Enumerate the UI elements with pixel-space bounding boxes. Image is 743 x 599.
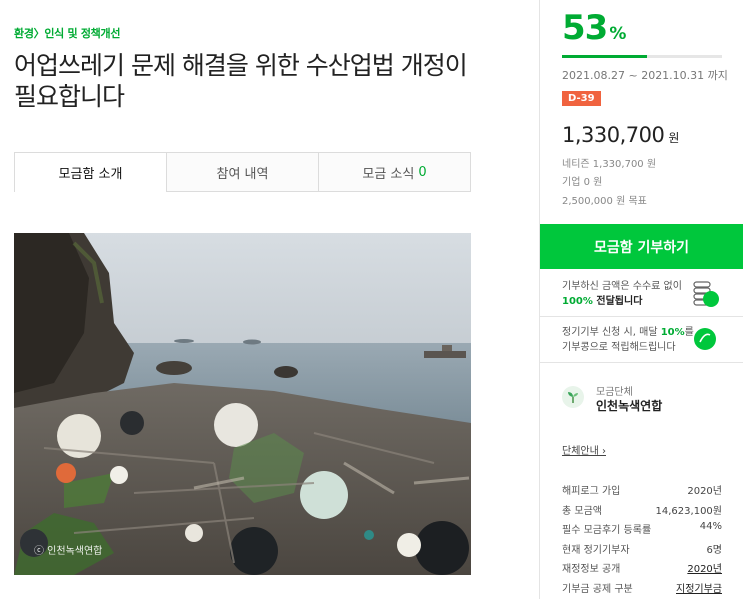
regular-notice: 정기기부 신청 시, 매달 10%를 기부콩으로 적립해드립니다 xyxy=(562,325,697,355)
stat-label: 총 모금액 xyxy=(562,505,602,517)
campaign-period: 2021.08.27 ~ 2021.10.31 까지 xyxy=(562,69,728,82)
stat-value: 44% xyxy=(699,521,722,532)
sprout-icon xyxy=(568,392,578,403)
fee-notice-line1: 기부하신 금액은 수수료 없이 xyxy=(562,281,682,292)
page-title: 어업쓰레기 문제 해결을 위한 수산업법 개정이 필요합니다 xyxy=(14,51,468,111)
tab-news[interactable]: 모금 소식 0 xyxy=(318,153,470,191)
progress-percent: 53% xyxy=(562,8,626,48)
goal-amount: 2,500,000 원 목표 xyxy=(562,196,647,207)
campaign-photo: ⓒ 인천녹색연합 xyxy=(14,233,471,575)
regular-notice-line1: 정기기부 신청 시, 매달 xyxy=(562,327,661,338)
stat-value: 2020년 xyxy=(687,486,722,497)
breadcrumb-separator: 〉 xyxy=(33,27,45,40)
shore-debris-image xyxy=(14,233,471,575)
stat-row: 재정정보 공개 2020년 xyxy=(562,560,722,580)
regular-notice-line2: 기부콩으로 적립해드립니다 xyxy=(562,342,676,353)
donation-sidebar: 53% 2021.08.27 ~ 2021.10.31 까지 D-39 1,33… xyxy=(540,0,743,599)
stat-row: 해피로그 가입 2020년 xyxy=(562,482,722,502)
org-info-link[interactable]: 단체안내 › xyxy=(562,442,606,457)
stat-label: 기부금 공제 구분 xyxy=(562,583,633,595)
stat-row: 현재 정기기부자 6명 xyxy=(562,541,722,561)
progress-bar xyxy=(562,55,722,58)
tab-news-label: 모금 소식 xyxy=(362,166,415,182)
notice-divider-2 xyxy=(540,362,743,363)
tab-news-count: 0 xyxy=(418,164,427,180)
stat-row: 기부금 공제 구분 지정기부금 xyxy=(562,580,722,599)
coin-stack-icon xyxy=(693,281,719,307)
progress-bar-fill xyxy=(562,55,647,58)
netizen-amount: 네티즌 1,330,700 원 xyxy=(562,159,657,170)
photo-credit: ⓒ 인천녹색연합 xyxy=(34,546,103,557)
tab-bar: 모금함 소개 참여 내역 모금 소식 0 xyxy=(14,152,471,192)
fee-notice: 기부하신 금액은 수수료 없이 100% 전달됩니다 xyxy=(562,279,697,309)
fee-notice-line2: 전달됩니다 xyxy=(592,296,643,307)
stat-label: 현재 정기기부자 xyxy=(562,544,630,556)
breadcrumb-category[interactable]: 환경 xyxy=(14,27,34,40)
company-amount: 기업 0 원 xyxy=(562,177,603,188)
bean-icon xyxy=(694,328,716,350)
stat-row: 필수 모금후기 등록률 44% xyxy=(562,521,722,541)
tab-participation[interactable]: 참여 내역 xyxy=(166,153,318,191)
stat-label: 필수 모금후기 등록률 xyxy=(562,525,652,536)
org-label: 모금단체 xyxy=(596,387,633,398)
stat-label: 재정정보 공개 xyxy=(562,564,621,575)
progress-percent-value: 53 xyxy=(562,8,608,48)
tab-intro[interactable]: 모금함 소개 xyxy=(15,153,166,192)
org-stats: 해피로그 가입 2020년 총 모금액 14,623,100원 필수 모금후기 등록… xyxy=(562,482,722,599)
org-logo[interactable] xyxy=(562,386,584,408)
raised-amount-unit: 원 xyxy=(668,131,679,145)
deduction-type-link[interactable]: 지정기부금 xyxy=(676,580,722,599)
stat-label: 해피로그 가입 xyxy=(562,486,621,497)
dday-badge: D-39 xyxy=(562,91,601,106)
donate-button[interactable]: 모금함 기부하기 xyxy=(540,224,743,269)
tab-participation-label: 참여 내역 xyxy=(216,166,269,182)
stat-value: 6명 xyxy=(706,544,722,556)
stat-row: 총 모금액 14,623,100원 xyxy=(562,502,722,522)
raised-amount-value: 1,330,700 xyxy=(562,123,665,147)
regular-notice-highlight: 10% xyxy=(660,327,685,338)
tab-intro-label: 모금함 소개 xyxy=(58,166,123,182)
raised-amount: 1,330,700 원 xyxy=(562,123,679,147)
stat-value: 14,623,100원 xyxy=(655,505,722,517)
financial-disclosure-link[interactable]: 2020년 xyxy=(687,560,722,580)
fee-notice-highlight: 100% xyxy=(562,296,593,307)
progress-percent-unit: % xyxy=(609,24,626,44)
org-name[interactable]: 인천녹색연합 xyxy=(596,397,662,414)
breadcrumb-subcategory[interactable]: 인식 및 정책개선 xyxy=(44,27,120,40)
notice-divider xyxy=(540,316,743,317)
breadcrumb[interactable]: 환경〉인식 및 정책개선 xyxy=(14,25,120,41)
